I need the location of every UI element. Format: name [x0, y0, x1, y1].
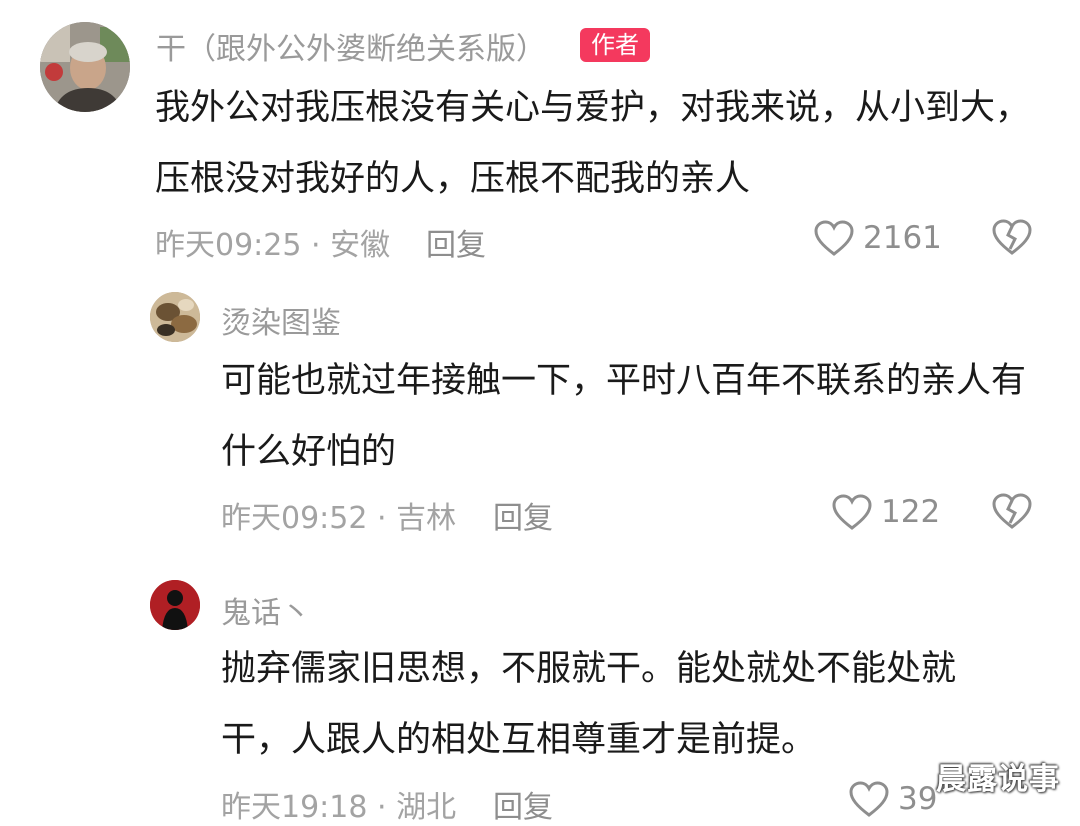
like-button[interactable]: 122: [831, 490, 940, 534]
broken-heart-icon[interactable]: [991, 218, 1033, 256]
like-count: 2161: [863, 220, 942, 256]
avatar-photo: [150, 292, 200, 342]
username[interactable]: 干（跟外公外婆断绝关系版）: [156, 24, 546, 68]
comment-time-location: 昨天19:18 · 湖北: [221, 790, 457, 825]
reply-button[interactable]: 回复: [493, 782, 553, 826]
comment-text: 抛弃儒家旧思想，不服就干。能处就处不能处就干，人跟人的相处互相尊重才是前提。: [221, 649, 957, 760]
author-badge: 作者: [580, 28, 650, 62]
username[interactable]: 鬼话丶: [221, 588, 311, 632]
like-button[interactable]: 39: [848, 777, 937, 821]
heart-outline-icon: [814, 220, 854, 256]
reply-button[interactable]: 回复: [426, 220, 486, 264]
comment-text: 我外公对我压根没有关心与爱护，对我来说，从小到大，压根没对我好的人，压根不配我的…: [155, 88, 1031, 199]
heart-outline-icon: [832, 494, 872, 530]
username[interactable]: 烫染图鉴: [221, 298, 341, 342]
watermark: 晨露说事: [936, 762, 1060, 797]
heart-outline-icon: [849, 781, 889, 817]
like-count: 122: [881, 494, 941, 530]
reply-button[interactable]: 回复: [493, 493, 553, 537]
avatar-photo: [40, 22, 130, 112]
broken-heart-icon[interactable]: [991, 492, 1033, 530]
avatar[interactable]: [40, 22, 130, 112]
like-count: 39: [898, 781, 938, 817]
avatar-photo: [150, 580, 200, 630]
like-button[interactable]: 2161: [813, 216, 942, 260]
avatar[interactable]: [150, 580, 200, 630]
avatar[interactable]: [150, 292, 200, 342]
comment-time-location: 昨天09:25 · 安徽: [155, 228, 391, 263]
comment-text: 可能也就过年接触一下，平时八百年不联系的亲人有什么好怕的: [221, 361, 1027, 472]
comment-time-location: 昨天09:52 · 吉林: [221, 501, 457, 536]
